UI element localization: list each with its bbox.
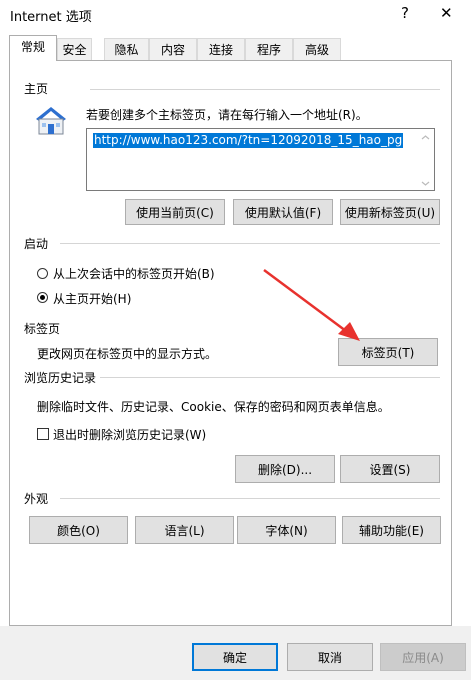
colors-button[interactable]: 颜色(O) [29,516,128,544]
history-settings-button[interactable]: 设置(S) [340,455,440,483]
home-instruction: 若要创建多个主标签页，请在每行输入一个地址(R)。 [86,108,368,122]
tab-privacy[interactable]: 隐私 [104,38,149,60]
appearance-heading: 外观 [24,490,49,507]
startup-divider [60,243,440,244]
ok-button[interactable]: 确定 [192,643,278,671]
window-title: Internet 选项 [10,10,92,25]
startup-heading: 启动 [24,235,49,252]
home-url-scrollbar[interactable] [418,130,433,189]
use-current-button[interactable]: 使用当前页(C) [125,199,225,225]
appearance-divider [60,498,440,499]
languages-button[interactable]: 语言(L) [135,516,234,544]
home-house-icon [33,104,69,136]
help-button[interactable]: ? [401,4,409,22]
fonts-button[interactable]: 字体(N) [237,516,336,544]
use-default-button[interactable]: 使用默认值(F) [233,199,333,225]
tab-content[interactable]: 内容 [149,38,197,60]
home-divider [90,89,440,90]
tab-programs[interactable]: 程序 [245,38,293,60]
tabs-description: 更改网页在标签页中的显示方式。 [37,347,218,361]
cancel-button[interactable]: 取消 [287,643,373,671]
apply-button[interactable]: 应用(A) [380,643,466,671]
tab-security[interactable]: 安全 [57,38,92,60]
home-url-text: http://www.hao123.com/?tn=12092018_15_ha… [93,133,404,148]
delete-history-button[interactable]: 删除(D)... [235,455,335,483]
home-url-textarea[interactable]: http://www.hao123.com/?tn=12092018_15_ha… [86,128,435,191]
accessibility-button[interactable]: 辅助功能(E) [342,516,441,544]
startup-last-session-radio[interactable] [37,268,48,279]
use-new-tab-button[interactable]: 使用新标签页(U) [340,199,440,225]
delete-on-exit-label[interactable]: 退出时删除浏览历史记录(W) [53,426,206,443]
history-heading: 浏览历史记录 [24,369,97,386]
history-divider [100,377,440,378]
startup-last-session-label[interactable]: 从上次会话中的标签页开始(B) [53,265,215,282]
startup-home-radio[interactable] [37,292,48,303]
delete-on-exit-checkbox[interactable] [37,428,49,440]
home-heading: 主页 [24,80,49,97]
tab-general[interactable]: 常规 [9,35,57,61]
red-arrow-icon [263,268,360,341]
startup-home-label[interactable]: 从主页开始(H) [53,290,131,307]
tab-advanced[interactable]: 高级 [293,38,341,60]
history-description: 删除临时文件、历史记录、Cookie、保存的密码和网页表单信息。 [37,400,390,414]
tabs-heading: 标签页 [24,320,61,337]
tab-connections[interactable]: 连接 [197,38,245,60]
close-button[interactable]: ✕ [440,4,453,22]
